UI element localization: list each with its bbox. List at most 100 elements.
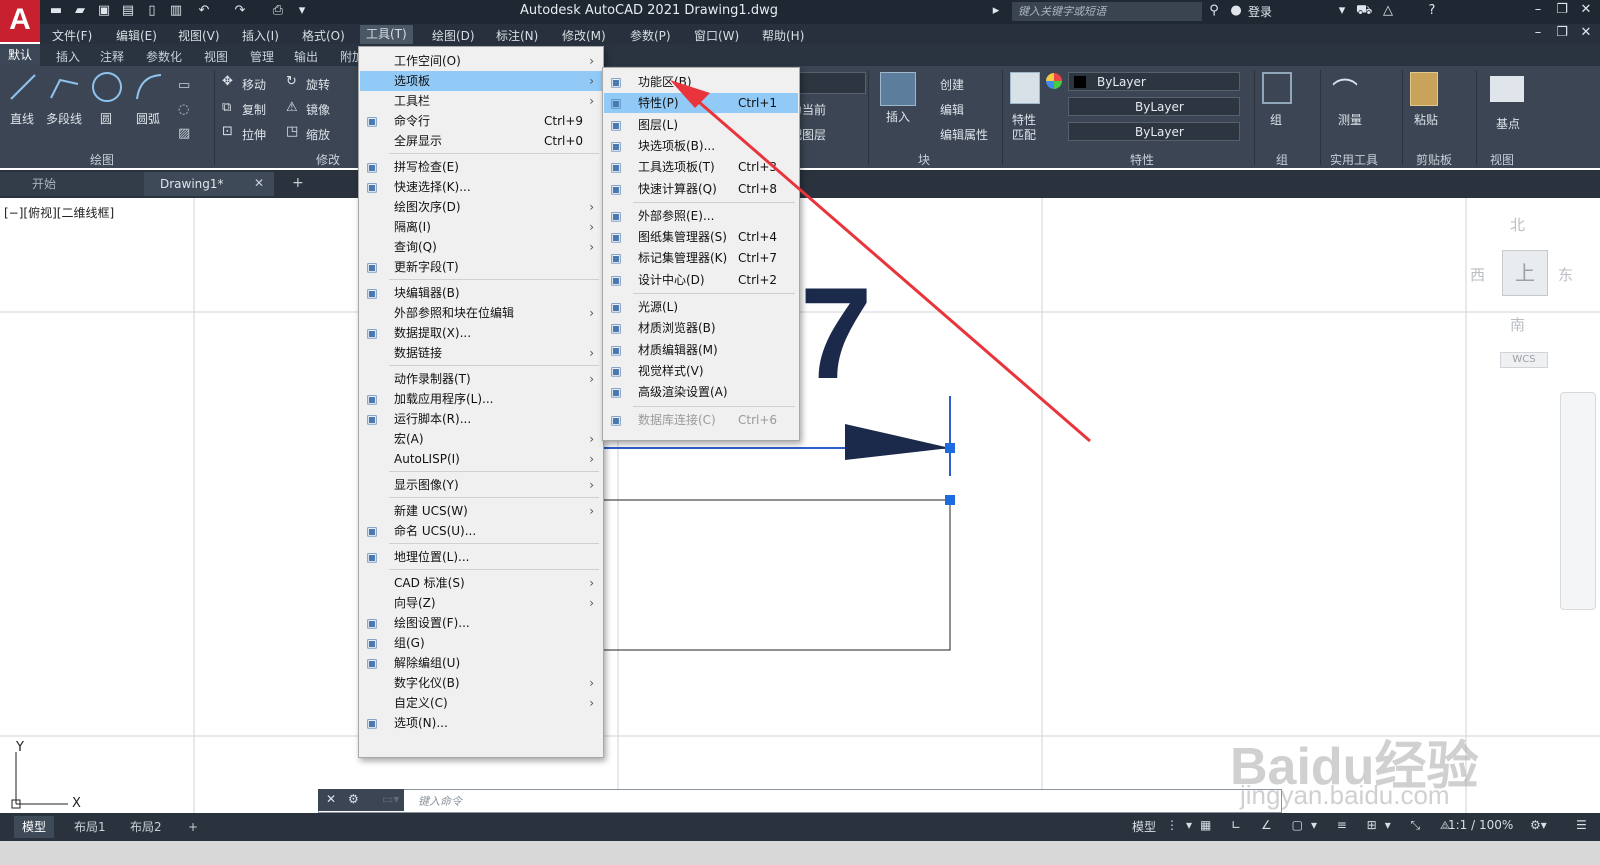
tools-menu-item[interactable]: ▣ 拼写检查(E) <box>360 157 602 177</box>
ribbon-tab-output[interactable]: 输出 <box>294 48 318 65</box>
menu-view[interactable]: 视图(V) <box>178 27 220 44</box>
tools-menu-item[interactable]: 数字化仪(B) › <box>360 673 602 693</box>
new-file-icon[interactable]: ▬ <box>48 3 64 19</box>
lineweight-dropdown[interactable]: ByLayer <box>1068 122 1240 141</box>
paste-icon[interactable] <box>1410 72 1438 106</box>
palettes-menu-item[interactable]: ▣ 外部参照(E)... <box>604 206 798 226</box>
ribbon-tab-annotate[interactable]: 注释 <box>100 48 124 65</box>
drawing-text-7[interactable]: 7 <box>800 268 872 398</box>
palettes-menu-item[interactable]: ▣ 块选项板(B)... <box>604 136 798 156</box>
customize-menu-icon[interactable]: ☰ <box>1576 818 1587 832</box>
ribbon-tab-parametric[interactable]: 参数化 <box>146 48 182 65</box>
palettes-menu-item[interactable]: ▣ 材质编辑器(M) <box>604 340 798 360</box>
model-space-button[interactable]: 模型 <box>1132 818 1156 835</box>
tools-menu-item[interactable]: 全屏显示 Ctrl+0 <box>360 131 602 151</box>
doc-minimize-icon[interactable]: – <box>1528 25 1548 43</box>
tools-menu-item[interactable]: CAD 标准(S) › <box>360 573 602 593</box>
tools-menu-item[interactable]: 绘图次序(D) › <box>360 197 602 217</box>
user-icon[interactable]: ● <box>1228 3 1244 19</box>
tools-menu-item[interactable]: 选项板 › <box>360 71 602 91</box>
mirror-icon[interactable]: ⚠ <box>286 100 298 115</box>
palettes-menu-item[interactable]: ▣ 光源(L) <box>604 297 798 317</box>
polyline-button-label[interactable]: 多段线 <box>46 110 82 127</box>
wcs-menu-button[interactable]: WCS <box>1500 352 1548 368</box>
copy-button[interactable]: 复制 <box>242 101 266 118</box>
draw-small-tools[interactable]: ▭ ◌ ▨ <box>178 74 206 148</box>
scale-icon[interactable]: ◳ <box>286 124 298 139</box>
measure-button-label[interactable]: 测量 <box>1338 111 1362 128</box>
color-wheel-icon[interactable] <box>1046 73 1062 89</box>
modify-panel-title[interactable]: 修改 <box>316 151 340 168</box>
chevron-down-icon[interactable]: ▾ <box>1334 3 1350 19</box>
publish-icon[interactable]: ▥ <box>168 3 184 19</box>
palettes-menu-item[interactable]: ▣ 标记集管理器(K) Ctrl+7 <box>604 248 798 268</box>
measure-icon[interactable]: ⌒ <box>1332 72 1358 109</box>
layout-tab-model[interactable]: 模型 <box>14 816 55 838</box>
groups-panel-title[interactable]: 组 <box>1276 151 1288 168</box>
match-properties-icon[interactable] <box>1010 72 1040 104</box>
palettes-menu-item[interactable]: ▣ 特性(P) Ctrl+1 <box>604 93 798 114</box>
redo-icon[interactable]: ↷ <box>232 3 248 19</box>
tools-menu-item[interactable]: 工作空间(O) › <box>360 51 602 71</box>
tools-menu-item[interactable]: ▣ 绘图设置(F)... <box>360 613 602 633</box>
insert-button-label[interactable]: 插入 <box>886 108 910 125</box>
tools-menu-item[interactable]: ▣ 运行脚本(R)... <box>360 409 602 429</box>
menu-help[interactable]: 帮助(H) <box>762 27 804 44</box>
layout-tab-layout2[interactable]: 布局2 <box>122 816 170 838</box>
menu-format[interactable]: 格式(O) <box>302 27 345 44</box>
command-customize-icon[interactable]: ⚙ <box>348 792 359 806</box>
base-view-icon[interactable] <box>1490 76 1524 102</box>
expand-arrow-icon[interactable]: ▸ <box>988 3 1004 19</box>
polyline-icon[interactable] <box>48 72 82 102</box>
open-file-icon[interactable]: ▰ <box>72 3 88 19</box>
tools-menu-item[interactable]: ▣ 更新字段(T) <box>360 257 602 277</box>
login-link[interactable]: 登录 <box>1248 3 1272 20</box>
paste-button-label[interactable]: 粘贴 <box>1414 111 1438 128</box>
viewcube-east[interactable]: 东 <box>1558 264 1573 285</box>
minimize-icon[interactable]: – <box>1528 2 1548 20</box>
palettes-menu-item[interactable]: ▣ 材质浏览器(B) <box>604 318 798 338</box>
customize-quick-access-icon[interactable]: ▾ <box>294 3 310 19</box>
autodesk-app-icon[interactable]: △ <box>1380 3 1396 19</box>
ribbon-tab-default[interactable]: 默认 <box>0 44 40 66</box>
palettes-menu-item[interactable]: ▣ 设计中心(D) Ctrl+2 <box>604 270 798 290</box>
mirror-button[interactable]: 镜像 <box>306 101 330 118</box>
arc-icon[interactable] <box>134 72 164 102</box>
command-input[interactable]: 键入命令 <box>418 793 462 809</box>
tools-menu-item[interactable]: 数据链接 › <box>360 343 602 363</box>
edit-block-button[interactable]: 编辑 <box>940 101 964 118</box>
help-icon[interactable]: ? <box>1424 3 1440 19</box>
ribbon-tab-insert[interactable]: 插入 <box>56 48 80 65</box>
stretch-icon[interactable]: ⊡ <box>222 124 233 139</box>
block-panel-title[interactable]: 块 <box>918 151 930 168</box>
viewcube-north[interactable]: 北 <box>1510 214 1525 235</box>
move-icon[interactable]: ✥ <box>222 74 233 89</box>
tools-menu-item[interactable]: 外部参照和块在位编辑 › <box>360 303 602 323</box>
viewcube-west[interactable]: 西 <box>1470 264 1485 285</box>
viewcube-top-face[interactable]: 上 <box>1502 250 1548 296</box>
viewcube-south[interactable]: 南 <box>1510 314 1525 335</box>
ribbon-tab-manage[interactable]: 管理 <box>250 48 274 65</box>
color-dropdown[interactable]: ByLayer <box>1068 72 1240 91</box>
tools-menu-item[interactable]: 向导(Z) › <box>360 593 602 613</box>
undo-icon[interactable]: ↶ <box>196 3 212 19</box>
menu-modify[interactable]: 修改(M) <box>562 27 606 44</box>
add-layout-icon[interactable]: + <box>180 816 206 838</box>
menu-parametric[interactable]: 参数(P) <box>630 27 671 44</box>
palettes-menu-item[interactable]: ▣ 图层(L) <box>604 115 798 135</box>
menu-file[interactable]: 文件(F) <box>52 27 92 44</box>
palettes-menu-item[interactable]: ▣ 图纸集管理器(S) Ctrl+4 <box>604 227 798 247</box>
viewport-controls-label[interactable]: [−][俯视][二维线框] <box>4 204 114 221</box>
autocad-logo-button[interactable]: A <box>0 0 40 42</box>
tools-menu-item[interactable]: 工具栏 › <box>360 91 602 111</box>
tools-menu-item[interactable]: 宏(A) › <box>360 429 602 449</box>
clipboard-panel-title[interactable]: 剪贴板 <box>1416 151 1452 168</box>
palettes-menu-item[interactable]: ▣ 数据库连接(C) Ctrl+6 <box>604 410 798 430</box>
circle-button-label[interactable]: 圆 <box>100 110 112 127</box>
tools-menu-item[interactable]: ▣ 命名 UCS(U)... <box>360 521 602 541</box>
cart-icon[interactable]: ⛟ <box>1356 3 1372 19</box>
tools-menu-item[interactable]: ▣ 组(G) <box>360 633 602 653</box>
recent-commands-icon[interactable]: ▭▾ <box>382 792 399 806</box>
tab-start[interactable]: 开始 <box>0 172 144 196</box>
layout-tab-layout1[interactable]: 布局1 <box>66 816 114 838</box>
